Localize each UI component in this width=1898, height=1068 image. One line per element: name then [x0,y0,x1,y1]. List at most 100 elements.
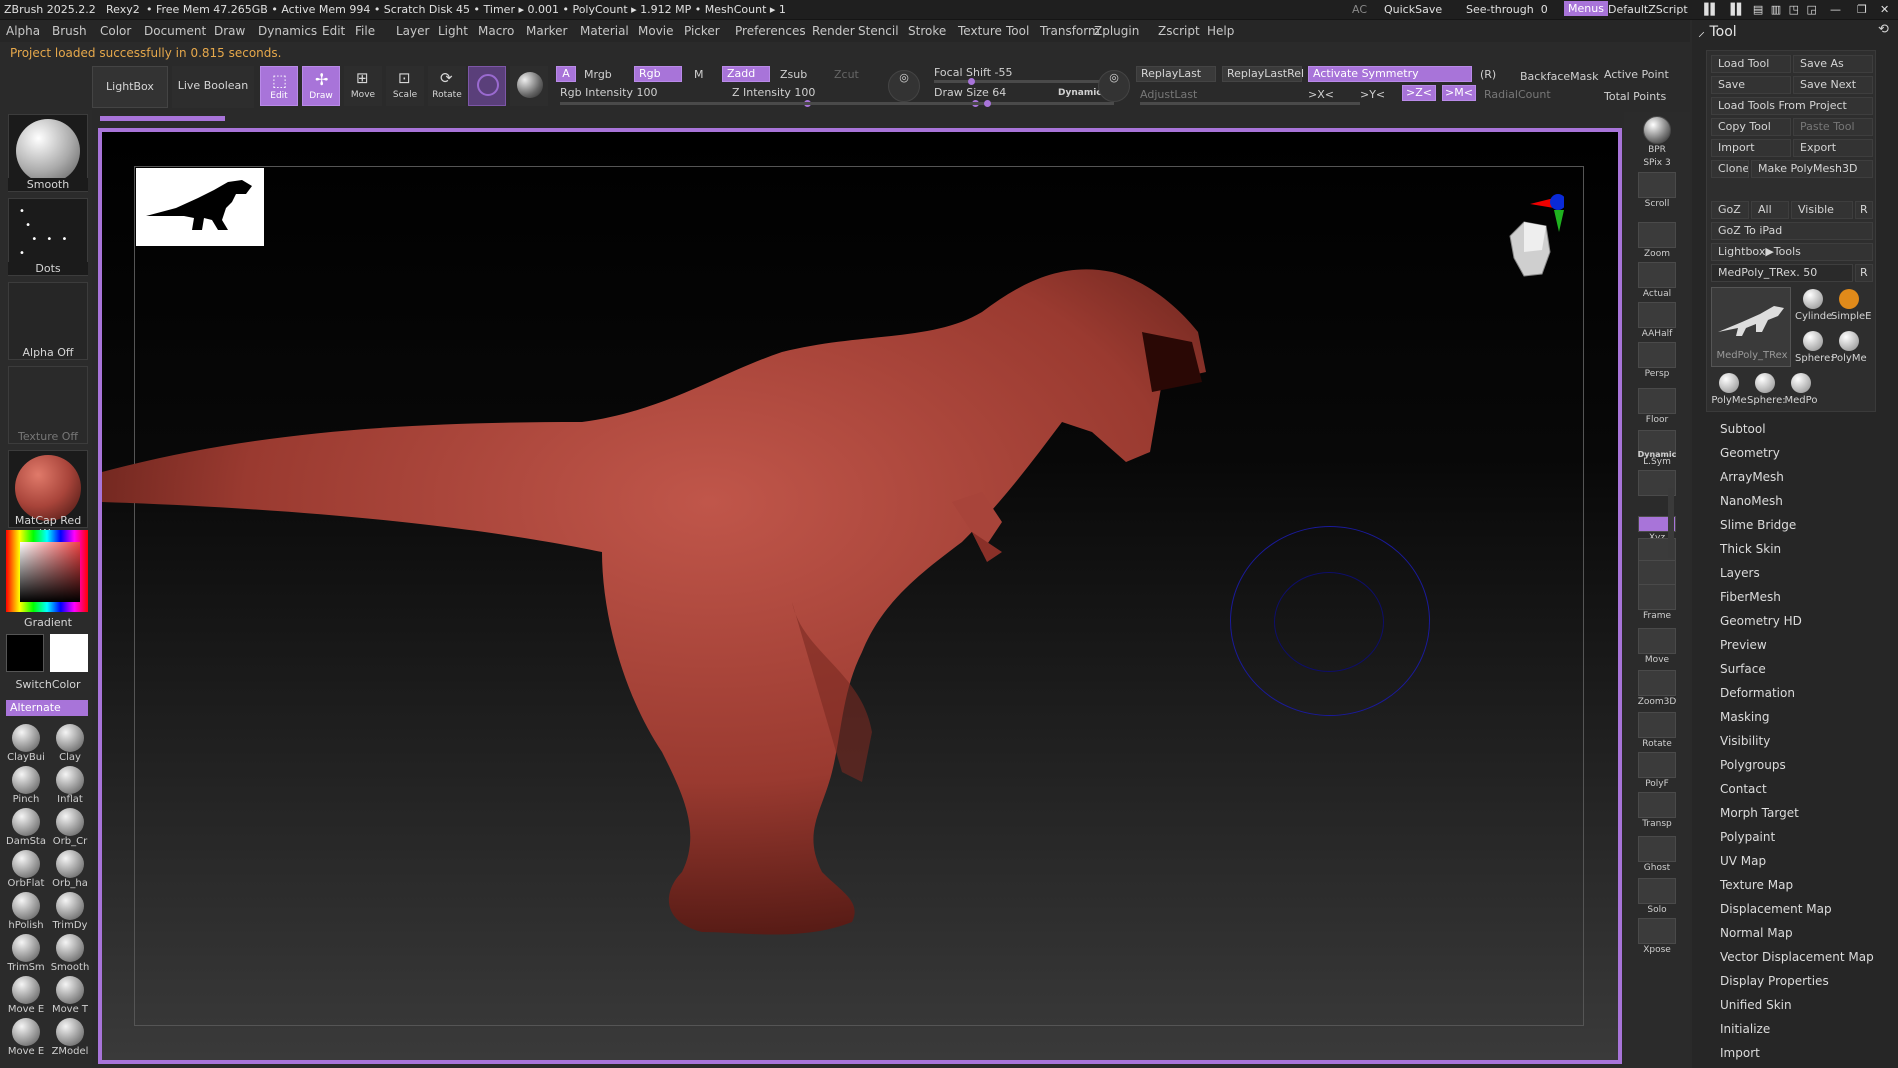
view-scroll[interactable]: Scroll [1628,172,1686,209]
menu-dynamics[interactable]: Dynamics [258,24,317,38]
tool-slider-r-button[interactable]: R [1855,264,1873,282]
view-polyf[interactable]: PolyF [1628,752,1686,789]
rgb-toggle[interactable]: Rgb [634,66,682,82]
color-picker[interactable] [6,530,88,612]
tool-thumb[interactable]: MedPo [1783,371,1819,411]
right-shelf-scrollbar[interactable] [1668,488,1674,558]
make-polymesh3d-button[interactable]: Make PolyMesh3D [1751,160,1873,178]
section-geometry[interactable]: Geometry [1720,446,1780,460]
section-texture-map[interactable]: Texture Map [1720,878,1793,892]
radial-r-toggle[interactable]: (R) [1480,68,1496,81]
section-surface[interactable]: Surface [1720,662,1766,676]
brush-trimdy[interactable]: TrimDy [48,892,92,931]
menu-render[interactable]: Render [812,24,855,38]
draw-mode-button[interactable]: ✢ Draw [302,66,340,106]
draw-size-track[interactable] [934,100,1114,107]
scale-mode-button[interactable]: ⊡ Scale [386,66,424,106]
layout-icons[interactable]: ▐▌ ▐▌ ▤ ▥ ◳ ◲ [1700,3,1819,16]
view-transp[interactable]: Transp [1628,792,1686,829]
alternate-toggle[interactable]: Alternate [6,700,88,716]
brush-stroke-button[interactable] [468,66,506,106]
brush-claybui[interactable]: ClayBui [4,724,48,763]
brush-orb-ha[interactable]: Orb_ha [48,850,92,889]
menu-help[interactable]: Help [1207,24,1234,38]
section-vector-displacement-map[interactable]: Vector Displacement Map [1720,950,1874,964]
tool-thumb[interactable]: PolyMe [1831,329,1867,369]
menu-stroke[interactable]: Stroke [908,24,946,38]
menu-tool[interactable]: Tool [1006,24,1029,38]
lightbox-tools-button[interactable]: Lightbox▶Tools [1711,243,1873,261]
menu-alpha[interactable]: Alpha [6,24,40,38]
section-display-properties[interactable]: Display Properties [1720,974,1829,988]
brush-move-e[interactable]: Move E [4,1018,48,1057]
section-import[interactable]: Import [1720,1046,1760,1060]
dynamic-size-icon[interactable]: ◎ [1098,70,1130,102]
menu-texture[interactable]: Texture [958,24,1002,38]
sym-y-button[interactable]: >Y< [1360,88,1385,101]
tool-thumb[interactable]: Cylinde [1795,287,1832,327]
sym-z-button[interactable]: >Z< [1402,85,1436,101]
zsub-toggle[interactable]: Zsub [780,68,807,81]
section-fibermesh[interactable]: FiberMesh [1720,590,1781,604]
section-uv-map[interactable]: UV Map [1720,854,1766,868]
section-layers[interactable]: Layers [1720,566,1760,580]
focal-shift-slider[interactable]: Focal Shift -55 [934,66,1012,79]
material-sphere-button[interactable] [510,66,548,106]
menu-material[interactable]: Material [580,24,629,38]
view-solo[interactable]: Solo [1628,878,1686,915]
view-frame[interactable]: Frame [1628,584,1686,621]
brush-orbflat[interactable]: OrbFlat [4,850,48,889]
view-control-9[interactable] [1628,470,1686,497]
view-move[interactable]: Move [1628,628,1686,665]
section-masking[interactable]: Masking [1720,710,1769,724]
brush-damsta[interactable]: DamSta [4,808,48,847]
brush-move-e[interactable]: Move E [4,976,48,1015]
section-subtool[interactable]: Subtool [1720,422,1766,436]
save-button[interactable]: Save [1711,76,1791,94]
rotate-mode-button[interactable]: ⟳ Rotate [428,66,466,106]
m-toggle[interactable]: M [694,68,704,81]
view-floor[interactable]: Floor [1628,388,1686,425]
section-unified-skin[interactable]: Unified Skin [1720,998,1792,1012]
menu-stencil[interactable]: Stencil [858,24,899,38]
backfacemask-toggle[interactable]: BackfaceMask [1520,70,1598,83]
section-morph-target[interactable]: Morph Target [1720,806,1799,820]
goz-button[interactable]: GoZ [1711,201,1749,219]
radialcount-slider[interactable]: RadialCount [1484,88,1551,101]
sym-x-button[interactable]: >X< [1308,88,1334,101]
view-bpr[interactable]: BPR [1628,116,1686,155]
lightbox-button[interactable]: LightBox [92,66,168,108]
tool-thumb[interactable]: PolyMe [1711,371,1747,411]
menu-layer[interactable]: Layer [396,24,429,38]
dynamic-toggle[interactable]: Dynamic [1058,88,1102,98]
menu-preferences[interactable]: Preferences [735,24,806,38]
section-initialize[interactable]: Initialize [1720,1022,1770,1036]
menu-picker[interactable]: Picker [684,24,720,38]
brush-orb-cr[interactable]: Orb_Cr [48,808,92,847]
adjustlast-track[interactable] [1140,102,1360,105]
brush-hpolish[interactable]: hPolish [4,892,48,931]
view-ghost[interactable]: Ghost [1628,836,1686,873]
brush-clay[interactable]: Clay [48,724,92,763]
replaylastrel-button[interactable]: ReplayLastRel [1222,66,1304,82]
save-next-button[interactable]: Save Next [1793,76,1873,94]
section-contact[interactable]: Contact [1720,782,1767,796]
view-actual[interactable]: Actual [1628,262,1686,299]
brush-move-t[interactable]: Move T [48,976,92,1015]
replaylast-button[interactable]: ReplayLast [1136,66,1216,82]
mrgb-toggle[interactable]: Mrgb [584,68,612,81]
load-tool-button[interactable]: Load Tool [1711,55,1791,73]
quicksave-button[interactable]: QuickSave [1384,3,1442,16]
draw-size-slider[interactable]: Draw Size 64 [934,86,1006,99]
sym-m-button[interactable]: >M< [1442,85,1476,101]
import-button[interactable]: Import [1711,139,1791,157]
menu-macro[interactable]: Macro [478,24,514,38]
menu-transform[interactable]: Transform [1040,24,1100,38]
tool-slider[interactable]: MedPoly_TRex. 50 [1711,264,1853,282]
menu-document[interactable]: Document [144,24,206,38]
menus-toggle[interactable]: Menus [1564,1,1608,16]
move-mode-button[interactable]: ⊞ Move [344,66,382,106]
section-thick-skin[interactable]: Thick Skin [1720,542,1781,556]
menu-draw[interactable]: Draw [214,24,245,38]
canvas-viewport[interactable] [98,128,1622,1064]
